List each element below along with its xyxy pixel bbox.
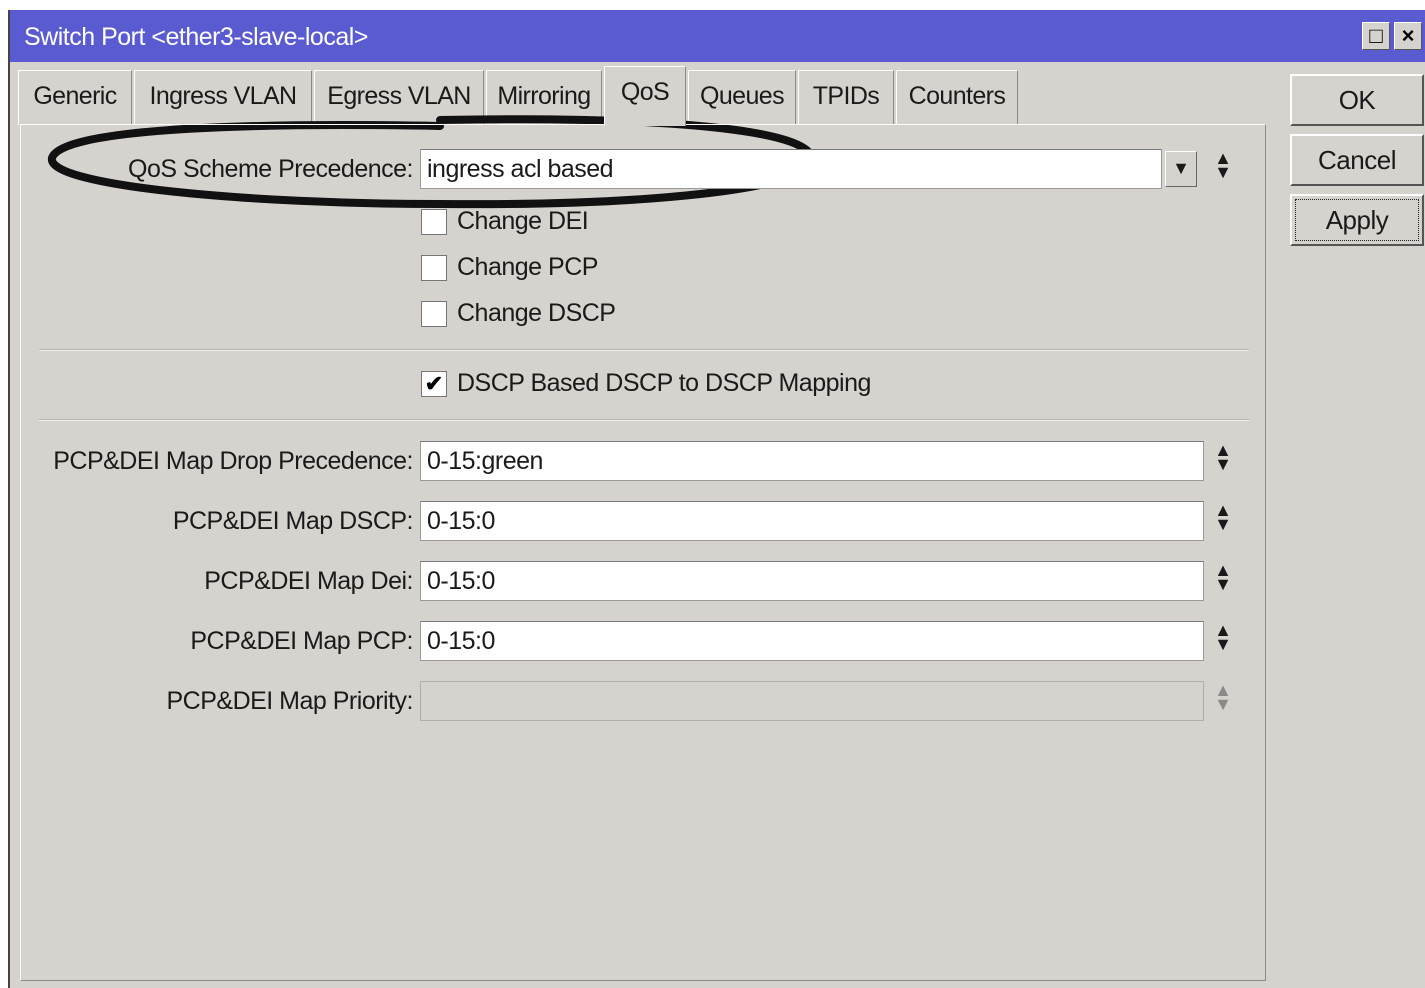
change-dei-label: Change DEI [457,207,589,235]
spin-down-icon[interactable]: ▼ [1211,575,1235,593]
separator [39,349,1249,351]
window-title: Switch Port <ether3-slave-local> [24,23,368,51]
drop-precedence-spinner[interactable]: ▲ ▼ [1211,441,1235,483]
map-pcp-spinner[interactable]: ▲ ▼ [1211,621,1235,663]
separator [39,419,1249,421]
map-dei-spinner[interactable]: ▲ ▼ [1211,561,1235,603]
drop-precedence-field[interactable]: 0-15:green [420,441,1204,481]
map-pcp-field[interactable]: 0-15:0 [420,621,1204,661]
map-pcp-label: PCP&DEI Map PCP: [190,627,413,655]
map-priority-field[interactable] [420,681,1204,721]
tab-qos[interactable]: QoS [604,66,686,126]
map-dscp-label: PCP&DEI Map DSCP: [172,507,414,535]
map-priority-spinner[interactable]: ▲ ▼ [1211,681,1235,723]
change-pcp-label: Change PCP [457,253,598,281]
tab-ingress-vlan[interactable]: Ingress VLAN [134,70,312,125]
drop-precedence-label: PCP&DEI Map Drop Precedence: [53,447,413,475]
tab-counters[interactable]: Counters [896,70,1018,125]
change-dscp-label: Change DSCP [457,299,616,327]
map-dscp-field[interactable]: 0-15:0 [420,501,1204,541]
dscp-mapping-checkbox[interactable]: ✔ [421,371,447,397]
tab-queues[interactable]: Queues [688,70,796,125]
map-dscp-spinner[interactable]: ▲ ▼ [1211,501,1235,543]
tab-egress-vlan[interactable]: Egress VLAN [314,70,484,125]
spin-down-icon[interactable]: ▼ [1211,515,1235,533]
title-bar[interactable]: Switch Port <ether3-slave-local> □ × [10,10,1425,62]
change-pcp-checkbox[interactable] [421,255,447,281]
qos-scheme-field[interactable]: ingress acl based [420,149,1162,189]
map-dei-field[interactable]: 0-15:0 [420,561,1204,601]
spin-down-icon[interactable]: ▼ [1211,455,1235,473]
tab-tpids[interactable]: TPIDs [798,70,894,125]
restore-button[interactable]: □ [1362,22,1390,50]
spin-down-icon[interactable]: ▼ [1211,695,1235,713]
qos-scheme-spinner[interactable]: ▲ ▼ [1211,149,1235,191]
change-dscp-checkbox[interactable] [421,301,447,327]
close-button[interactable]: × [1394,22,1422,50]
cancel-button[interactable]: Cancel [1290,134,1424,186]
change-dei-checkbox[interactable] [421,209,447,235]
apply-button[interactable]: Apply [1290,194,1424,246]
dropdown-arrow-icon[interactable]: ▼ [1165,151,1197,187]
ok-button[interactable]: OK [1290,74,1424,126]
map-dei-label: PCP&DEI Map Dei: [204,567,413,595]
spin-down-icon[interactable]: ▼ [1211,635,1235,653]
map-priority-label: PCP&DEI Map Priority: [166,687,413,715]
switch-port-window: Switch Port <ether3-slave-local> □ × Gen… [8,10,1425,988]
tab-mirroring[interactable]: Mirroring [486,70,602,125]
dscp-mapping-label: DSCP Based DSCP to DSCP Mapping [457,369,871,397]
spin-down-icon[interactable]: ▼ [1211,163,1235,181]
tab-generic[interactable]: Generic [18,70,132,125]
qos-scheme-label: QoS Scheme Precedence: [128,155,414,183]
qos-panel: QoS Scheme Precedence: ingress acl based… [20,124,1266,981]
